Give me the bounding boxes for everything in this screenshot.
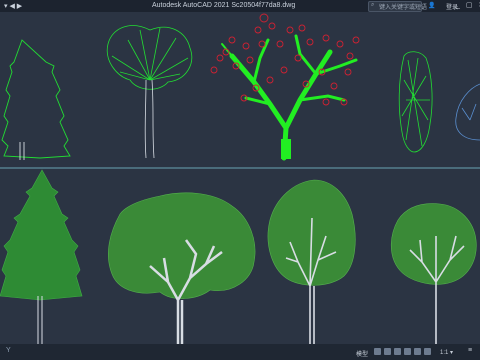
quick-access-toolbar[interactable]: ▾ ◀ ▶ [4,2,22,10]
ucs-axis-icon: Y [6,347,11,354]
filled-round-tree [390,203,477,344]
branch-tree [221,34,358,161]
osnap-toggle-icon[interactable] [414,348,421,355]
search-placeholder: 键入关键字或短语 [379,5,428,11]
status-bar: Y 模型 1:1 ▾ ≡ [0,344,480,360]
filled-pine-tree [0,169,83,344]
title-bar: ▾ ◀ ▶ Autodesk AutoCAD 2021 Sc20504f77da… [0,0,480,12]
search-box[interactable]: ⌕ 键入关键字或短语 [368,1,427,12]
document-title: Autodesk AutoCAD 2021 Sc20504f77da8.dwg [152,2,296,9]
outline-columnar-tree [398,51,433,153]
drawing-canvas[interactable] [0,12,480,344]
polar-toggle-icon[interactable] [404,348,411,355]
customization-menu-icon[interactable]: ≡ [468,347,472,354]
drawing-svg [0,13,480,344]
grid-toggle-icon[interactable] [374,348,381,355]
outline-blue-tree-partial [455,83,480,141]
search-icon: ⌕ [371,2,375,8]
user-icon[interactable]: 👤 [428,2,435,9]
lineweight-toggle-icon[interactable] [424,348,431,355]
filled-oval-tree [267,179,356,344]
outline-palm-tree [106,25,193,159]
model-tab[interactable]: 模型 [356,349,368,358]
filled-broad-tree [107,192,256,344]
snap-toggle-icon[interactable] [384,348,391,355]
annotation-scale[interactable]: 1:1 ▾ [440,349,453,356]
outline-conifer-tree [1,39,71,160]
ortho-toggle-icon[interactable] [394,348,401,355]
window-controls[interactable]: _ ▢ ✕ [456,1,480,9]
